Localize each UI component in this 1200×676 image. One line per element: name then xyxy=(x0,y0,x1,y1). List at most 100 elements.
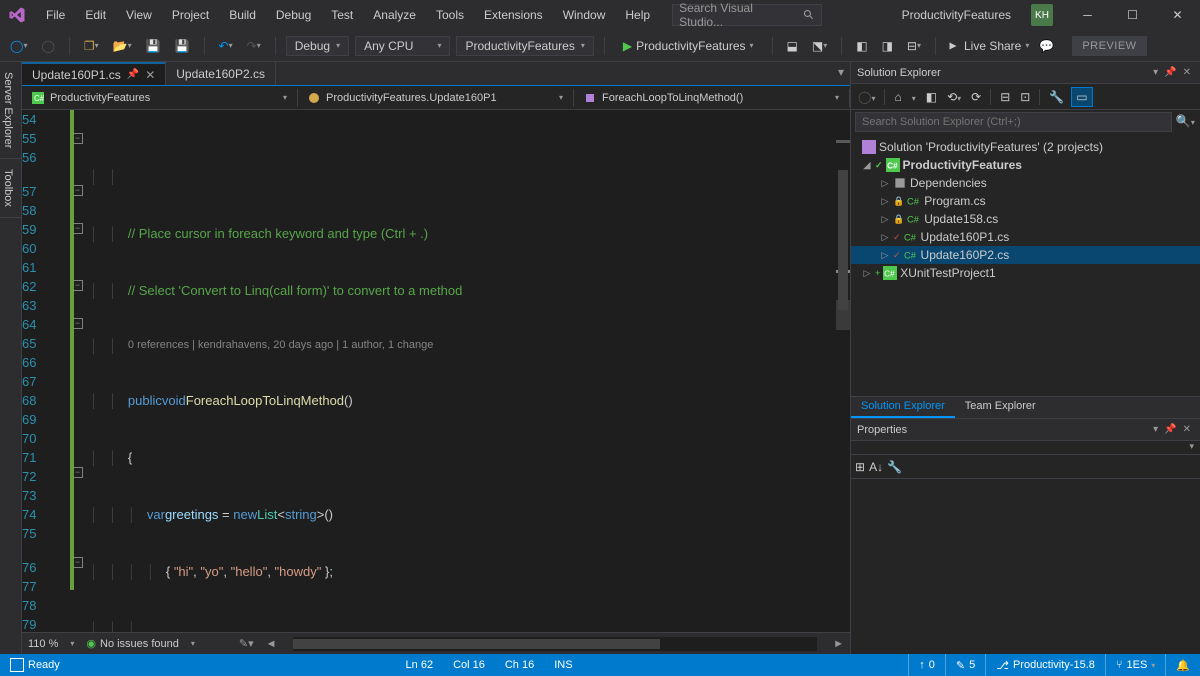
user-avatar[interactable]: KH xyxy=(1031,4,1053,26)
menu-file[interactable]: File xyxy=(36,2,75,28)
server-explorer-tab[interactable]: Server Explorer xyxy=(0,62,21,159)
close-button[interactable]: ✕ xyxy=(1155,0,1200,30)
menu-help[interactable]: Help xyxy=(615,2,660,28)
menu-project[interactable]: Project xyxy=(162,2,219,28)
menu-extensions[interactable]: Extensions xyxy=(474,2,553,28)
panel-pin-icon[interactable]: 📌 xyxy=(1161,67,1179,78)
horizontal-scrollbar[interactable] xyxy=(293,637,818,651)
home-icon[interactable]: ⌂ xyxy=(891,87,904,107)
feedback-button[interactable]: 💬 xyxy=(1035,36,1058,56)
menu-tools[interactable]: Tools xyxy=(426,2,474,28)
back-icon[interactable]: ◯▾ xyxy=(855,87,878,107)
tab-update160p1[interactable]: Update160P1.cs 📌 ✕ xyxy=(22,62,166,85)
toolbox-tab[interactable]: Toolbox xyxy=(0,159,21,218)
status-repo[interactable]: ⎇ Productivity-15.8 xyxy=(985,654,1105,676)
nav-back-button[interactable]: ◯▾ xyxy=(6,36,31,56)
status-pending[interactable]: ✎ 5 xyxy=(945,654,985,676)
csharp-file-icon: C# xyxy=(907,194,921,208)
file-node[interactable]: ▷ ✓ C# Update160P1.cs xyxy=(851,228,1200,246)
tab-update160p2[interactable]: Update160P2.cs xyxy=(166,62,276,85)
nav-class-dropdown[interactable]: ProductivityFeatures.Update160P1▾ xyxy=(298,89,574,107)
save-all-button[interactable]: 💾 xyxy=(171,36,194,56)
light-bulb-icon[interactable]: ✎▾ xyxy=(239,637,254,650)
step-over-button[interactable]: ⬔▾ xyxy=(808,36,831,56)
status-col[interactable]: Col 16 xyxy=(443,654,495,676)
sync-icon[interactable]: ▾ xyxy=(909,87,919,107)
panel-dropdown-icon[interactable]: ▾ xyxy=(1150,424,1161,435)
dependencies-node[interactable]: ▷ Dependencies xyxy=(851,174,1200,192)
menu-view[interactable]: View xyxy=(116,2,162,28)
project-node[interactable]: ◢ ✓ C# ProductivityFeatures xyxy=(851,156,1200,174)
save-button[interactable]: 💾 xyxy=(142,36,165,56)
nav-forward-button[interactable]: ◯ xyxy=(37,36,58,56)
panel-close-icon[interactable]: ✕ xyxy=(1180,424,1194,435)
file-node[interactable]: ▷ 🔒 C# Update158.cs xyxy=(851,210,1200,228)
menu-debug[interactable]: Debug xyxy=(266,2,321,28)
team-explorer-tab[interactable]: Team Explorer xyxy=(955,397,1046,418)
file-node[interactable]: ▷ 🔒 C# Program.cs xyxy=(851,192,1200,210)
pin-icon[interactable]: 📌 xyxy=(127,69,139,80)
solution-explorer-tab[interactable]: Solution Explorer xyxy=(851,397,955,418)
menu-build[interactable]: Build xyxy=(219,2,266,28)
code-content[interactable]: │ │ │ │ // Place cursor in foreach keywo… xyxy=(90,110,850,632)
vertical-scrollbar[interactable] xyxy=(836,110,850,632)
panel-pin-icon[interactable]: 📌 xyxy=(1161,424,1179,435)
refresh-icon[interactable]: ⟳ xyxy=(968,87,984,107)
undo-button[interactable]: ↶▾ xyxy=(215,36,237,56)
project-node[interactable]: ▷ + C# XUnitTestProject1 xyxy=(851,264,1200,282)
output-icon[interactable] xyxy=(10,658,24,672)
collapse-all-icon[interactable]: ⊟ xyxy=(997,87,1013,107)
categorized-icon[interactable]: ⊞ xyxy=(855,460,865,474)
search-icon[interactable]: 🔍▾ xyxy=(1175,114,1195,128)
start-debug-button[interactable]: ▶ ProductivityFeatures ▾ xyxy=(615,36,762,56)
status-ch[interactable]: Ch 16 xyxy=(495,654,544,676)
redo-button[interactable]: ↷▾ xyxy=(243,36,265,56)
step-into-button[interactable]: ⬓ xyxy=(783,36,802,56)
error-indicator[interactable]: ◉No issues found xyxy=(86,637,179,650)
nav-project-dropdown[interactable]: C# ProductivityFeatures▾ xyxy=(22,89,298,107)
comment-button[interactable]: ⊟▾ xyxy=(903,36,925,56)
indent-more-button[interactable]: ◨ xyxy=(878,36,897,56)
show-all-icon[interactable]: ⊡ xyxy=(1017,87,1033,107)
file-node-selected[interactable]: ▷ ✓ C# Update160P2.cs xyxy=(851,246,1200,264)
minimize-button[interactable]: ─ xyxy=(1065,0,1110,30)
menu-analyze[interactable]: Analyze xyxy=(363,2,426,28)
status-line[interactable]: Ln 62 xyxy=(396,654,444,676)
maximize-button[interactable]: ☐ xyxy=(1110,0,1155,30)
tab-overflow-button[interactable]: ▾ xyxy=(832,62,850,85)
fold-column[interactable]: − − − − − − − xyxy=(72,110,90,632)
props-wrench-icon[interactable]: 🔧 xyxy=(887,460,902,474)
zoom-level[interactable]: 110 % xyxy=(28,638,58,650)
status-branch[interactable]: ⑂ 1ES ▾ xyxy=(1105,654,1165,676)
menu-window[interactable]: Window xyxy=(553,2,616,28)
new-project-button[interactable]: ❐▾ xyxy=(80,36,103,56)
preview-button[interactable]: PREVIEW xyxy=(1072,36,1146,56)
nav-member-dropdown[interactable]: ForeachLoopToLinqMethod()▾ xyxy=(574,89,850,107)
live-share-button[interactable]: Live Share▾ xyxy=(946,39,1029,53)
panel-close-icon[interactable]: ✕ xyxy=(1180,67,1194,78)
dropdown-icon[interactable]: ▾ xyxy=(1189,441,1194,451)
solution-search-input[interactable] xyxy=(855,112,1172,132)
menu-edit[interactable]: Edit xyxy=(75,2,116,28)
open-file-button[interactable]: 📂▾ xyxy=(109,36,136,56)
indent-less-button[interactable]: ◧ xyxy=(852,36,871,56)
status-notifications[interactable]: 🔔 xyxy=(1165,654,1200,676)
close-tab-icon[interactable]: ✕ xyxy=(145,68,155,82)
menu-test[interactable]: Test xyxy=(321,2,363,28)
code-editor[interactable]: 54 55 56 57 58 59 60 61 62 63 64 65 66 6… xyxy=(22,110,850,632)
solution-tree[interactable]: Solution 'ProductivityFeatures' (2 proje… xyxy=(851,134,1200,396)
solution-node[interactable]: Solution 'ProductivityFeatures' (2 proje… xyxy=(851,138,1200,156)
startup-dropdown[interactable]: ProductivityFeatures▾ xyxy=(456,36,593,56)
properties-grid[interactable] xyxy=(851,479,1200,654)
panel-dropdown-icon[interactable]: ▾ xyxy=(1150,67,1161,78)
platform-dropdown[interactable]: Any CPU▾ xyxy=(355,36,450,56)
sync-active-icon[interactable]: ⟲▾ xyxy=(944,87,964,107)
properties-icon[interactable]: 🔧 xyxy=(1046,87,1067,107)
alphabetical-icon[interactable]: A↓ xyxy=(869,460,883,474)
preview-icon[interactable]: ▭ xyxy=(1071,87,1092,107)
pending-changes-icon[interactable]: ◧ xyxy=(923,87,940,107)
status-publish[interactable]: ↑ 0 xyxy=(908,654,945,676)
config-dropdown[interactable]: Debug▾ xyxy=(286,36,349,56)
search-box[interactable]: Search Visual Studio... xyxy=(672,4,822,26)
status-ins[interactable]: INS xyxy=(544,654,582,676)
